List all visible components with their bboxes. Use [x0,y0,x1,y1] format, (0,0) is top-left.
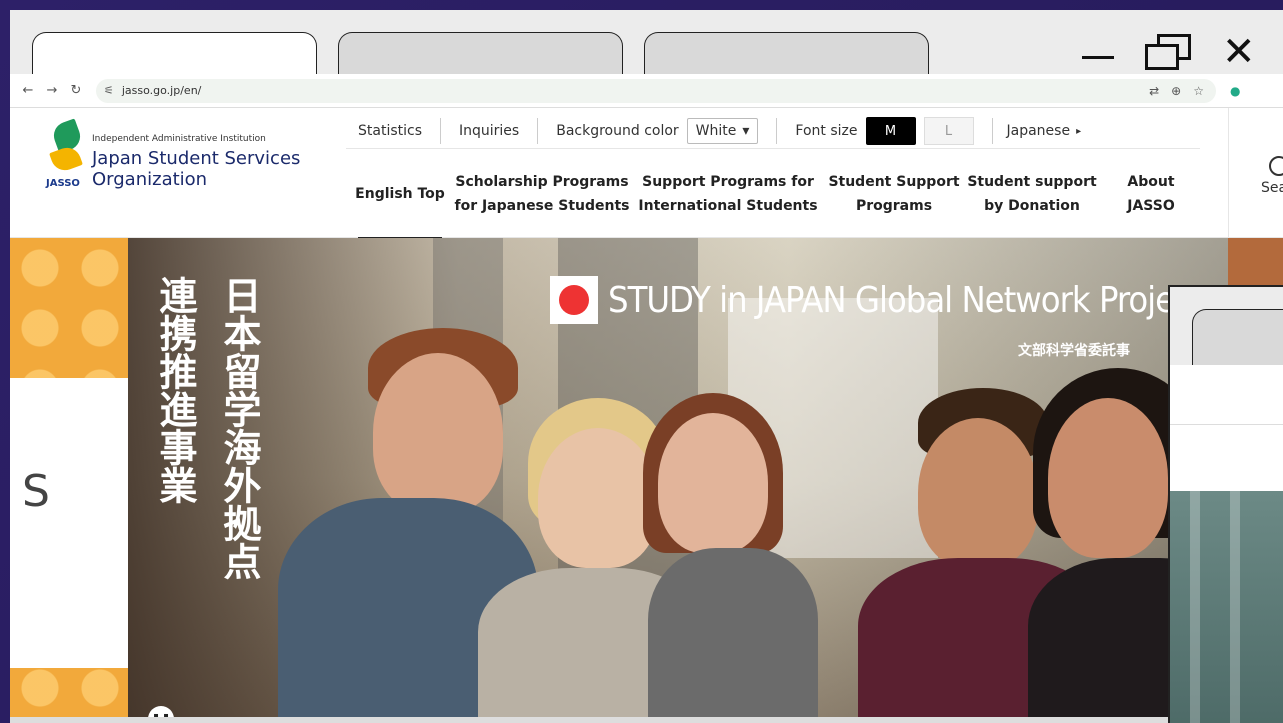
url-text: jasso.go.jp/en/ [121,84,202,97]
chevron-right-icon: ▸ [1076,125,1082,137]
browser-tab-active[interactable] [32,32,317,76]
site-info-icon[interactable]: ⚟ [104,84,114,97]
profile-icon[interactable]: ● [1230,84,1240,98]
background-browser-window[interactable] [1168,285,1283,723]
browser-tab[interactable] [644,32,929,76]
font-size-control: Font size M L [777,117,993,145]
translate-icon[interactable]: ⇄ [1149,84,1159,98]
minimize-icon[interactable] [1082,56,1114,59]
language-link[interactable]: Japanese ▸ [993,123,1096,139]
logo-title-line1: Japan Student Services [92,148,301,169]
search-icon [1269,156,1283,176]
study-in-japan-logo-icon [550,276,598,324]
search-button[interactable]: Sea [1228,108,1283,238]
background-color-select[interactable]: White ▾ [686,118,759,144]
reload-icon[interactable]: ↻ [64,83,88,98]
background-color-control: Background color White ▾ [538,118,778,144]
jasso-logo-icon: JASSO [46,118,88,190]
study-in-japan-title: STUDY in JAPAN Global Network Projec [550,276,1192,324]
global-nav: English Top Scholarship Programs for Jap… [346,148,1200,240]
hero-subtitle: 文部科学省委託事 [1018,343,1130,359]
hero-vertical-text-2: 連携推進事業 [153,276,197,504]
nav-english-top[interactable]: English Top [346,149,454,240]
nav-about-jasso[interactable]: About JASSO [1102,149,1200,238]
font-size-label: Font size [795,123,858,139]
address-bar-row: ← → ↻ ⚟ jasso.go.jp/en/ ⇄ ⊕ ☆ ● [10,74,1283,108]
nav-scholarship-programs[interactable]: Scholarship Programs for Japanese Studen… [454,149,630,238]
site-header: JASSO Independent Administrative Institu… [10,108,1283,240]
jasso-logo[interactable]: JASSO Independent Administrative Institu… [46,118,301,190]
forward-icon[interactable]: → [40,83,64,98]
nav-support-international[interactable]: Support Programs for International Stude… [630,149,826,238]
browser-window: ✕ ← → ↻ ⚟ jasso.go.jp/en/ ⇄ ⊕ ☆ ● JASSO [10,10,1283,723]
back-icon[interactable]: ← [16,83,40,98]
url-bar[interactable]: ⚟ jasso.go.jp/en/ ⇄ ⊕ ☆ [96,78,1216,103]
bottom-strip [10,717,1178,723]
utility-nav: Statistics Inquiries Background color Wh… [340,117,1096,145]
inquiries-link[interactable]: Inquiries [441,118,539,144]
hero-banner[interactable]: S 連携推進事業 日本留学海外拠点 STUDY in JAPAN Global … [10,238,1283,723]
tab-strip: ✕ [10,10,1283,76]
zoom-icon[interactable]: ⊕ [1171,84,1181,98]
dropdown-arrow-icon: ▾ [742,123,750,139]
web-page: JASSO Independent Administrative Institu… [10,108,1283,723]
search-label: Sea [1261,180,1283,196]
prev-slide-letter: S [22,466,50,517]
font-size-l-button[interactable]: L [923,117,974,145]
background-color-label: Background color [556,123,679,139]
background-window-tab[interactable] [1192,309,1283,365]
logo-subtitle: Independent Administrative Institution [92,134,266,144]
statistics-link[interactable]: Statistics [340,118,441,144]
restore-icon[interactable] [1145,34,1193,70]
bookmark-star-icon[interactable]: ☆ [1193,84,1204,98]
nav-student-support[interactable]: Student Support Programs [826,149,962,238]
nav-donation[interactable]: Student support by Donation [962,149,1102,238]
background-window-image [1170,491,1283,723]
font-size-m-button[interactable]: M [865,117,916,145]
browser-tab[interactable] [338,32,623,76]
close-icon[interactable]: ✕ [1222,32,1256,72]
hero-vertical-text-1: 日本留学海外拠点 [217,276,261,580]
hero-prev-slide: S [10,238,128,723]
logo-title-line2: Organization [92,169,208,190]
